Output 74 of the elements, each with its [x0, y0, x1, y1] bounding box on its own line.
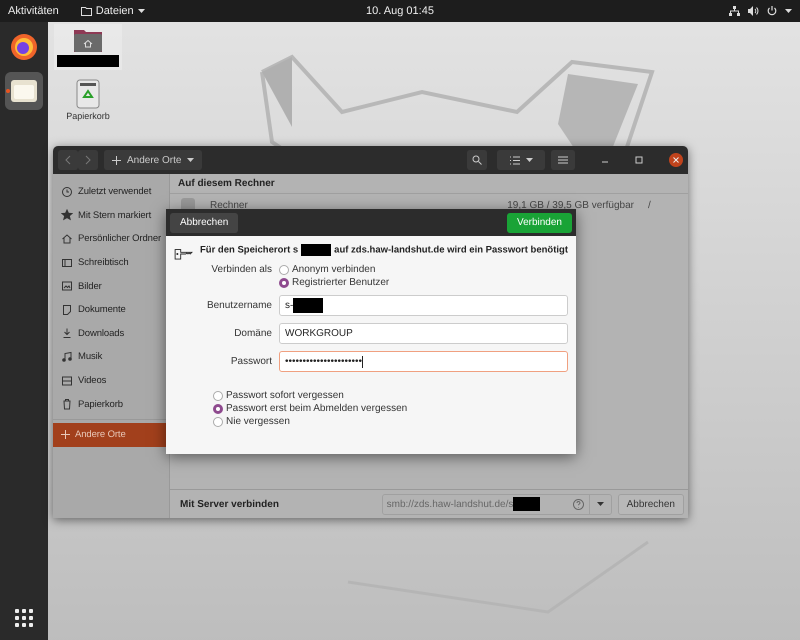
app-grid-icon[interactable]: [14, 608, 34, 628]
list-icon: [510, 156, 520, 164]
trash-icon: [61, 398, 73, 410]
sidebar-item[interactable]: Schreibtisch: [53, 250, 169, 274]
power-icon[interactable]: [767, 6, 777, 16]
desktop-icon[interactable]: [54, 24, 122, 70]
search-icon: [472, 155, 482, 165]
menu-button[interactable]: [551, 150, 575, 170]
sidebar-item[interactable]: Mit Stern markiert: [53, 204, 169, 228]
folder-icon: [10, 79, 38, 103]
forward-icon: [85, 155, 91, 165]
plus-icon: [112, 156, 121, 164]
help-icon[interactable]: [572, 498, 584, 510]
radio-option[interactable]: Registrierter Benutzer: [279, 277, 568, 288]
field-label: Verbinden als: [210, 264, 272, 275]
dock-item[interactable]: [5, 72, 43, 110]
close-icon[interactable]: [669, 153, 683, 167]
radio-option[interactable]: Anonym verbinden: [279, 264, 568, 275]
cancel-button[interactable]: Abbrechen: [618, 494, 684, 514]
home-folder-icon: [73, 27, 103, 53]
plus-icon: [61, 430, 70, 440]
desktop-icon[interactable]: Papierkorb: [63, 76, 113, 124]
cancel-button[interactable]: Abbrechen: [170, 212, 238, 232]
folder-icon: [80, 6, 92, 16]
back-button[interactable]: [58, 150, 78, 170]
radio-option[interactable]: Passwort sofort vergessen: [213, 390, 568, 401]
activities-button[interactable]: Aktivitäten: [8, 5, 59, 17]
field-label: Passwort: [230, 356, 272, 367]
sidebar-item[interactable]: Downloads: [53, 322, 169, 346]
trash-icon: [76, 79, 100, 109]
caret-icon: [138, 9, 145, 13]
document-icon: [61, 304, 73, 316]
sidebar-item[interactable]: Dokumente: [53, 298, 169, 322]
browser-logo-icon: [9, 32, 39, 62]
home-icon: [61, 232, 73, 245]
section-title: Auf diesem Rechner: [170, 174, 688, 194]
star-icon: [61, 209, 73, 222]
image-icon: [61, 280, 73, 292]
radio-option[interactable]: Nie vergessen: [213, 416, 568, 427]
input-field[interactable]: ••••••••••••••••••••••: [279, 351, 568, 372]
sidebar-item[interactable]: Videos: [53, 368, 169, 392]
clock-icon: [61, 186, 73, 198]
sidebar-item[interactable]: Persönlicher Ordner: [53, 227, 169, 251]
desktop-icon: [61, 256, 73, 269]
sidebar-item[interactable]: Bilder: [53, 274, 169, 298]
film-icon: [61, 374, 73, 387]
volume-icon[interactable]: [748, 6, 759, 16]
password-message: Für den Speicherort s auf zds.haw-landshut.de wird ein Passwort benötigt: [200, 244, 568, 256]
search-button[interactable]: [467, 150, 487, 170]
input-field[interactable]: s-: [279, 295, 568, 316]
field-label: Domäne: [233, 328, 272, 339]
caret-icon: [526, 158, 532, 162]
view-button[interactable]: [497, 150, 545, 170]
connect-label: Mit Server verbinden: [180, 498, 279, 510]
sidebar-item[interactable]: Zuletzt verwendet: [53, 180, 169, 204]
sidebar-item[interactable]: Papierkorb: [53, 392, 169, 416]
sidebar-item[interactable]: Andere Orte: [53, 422, 169, 447]
clock[interactable]: 10. Aug 01:45: [366, 5, 434, 17]
caret-icon[interactable]: [785, 9, 792, 13]
caret-icon: [187, 158, 194, 162]
back-icon: [65, 155, 71, 165]
path-button[interactable]: Andere Orte: [104, 150, 202, 170]
field-label: Benutzername: [206, 300, 272, 311]
download-icon: [61, 327, 73, 340]
input-field[interactable]: WORKGROUP: [279, 323, 568, 344]
music-icon: [61, 350, 73, 363]
maximize-icon[interactable]: [635, 156, 643, 164]
radio-option[interactable]: Passwort erst beim Abmelden vergessen: [213, 403, 568, 414]
caret-icon[interactable]: [596, 502, 604, 506]
app-menu[interactable]: Dateien: [80, 5, 145, 17]
sidebar-item[interactable]: Musik: [53, 345, 169, 369]
network-icon[interactable]: [729, 6, 740, 16]
menu-icon: [558, 156, 568, 164]
forward-button[interactable]: [78, 150, 98, 170]
